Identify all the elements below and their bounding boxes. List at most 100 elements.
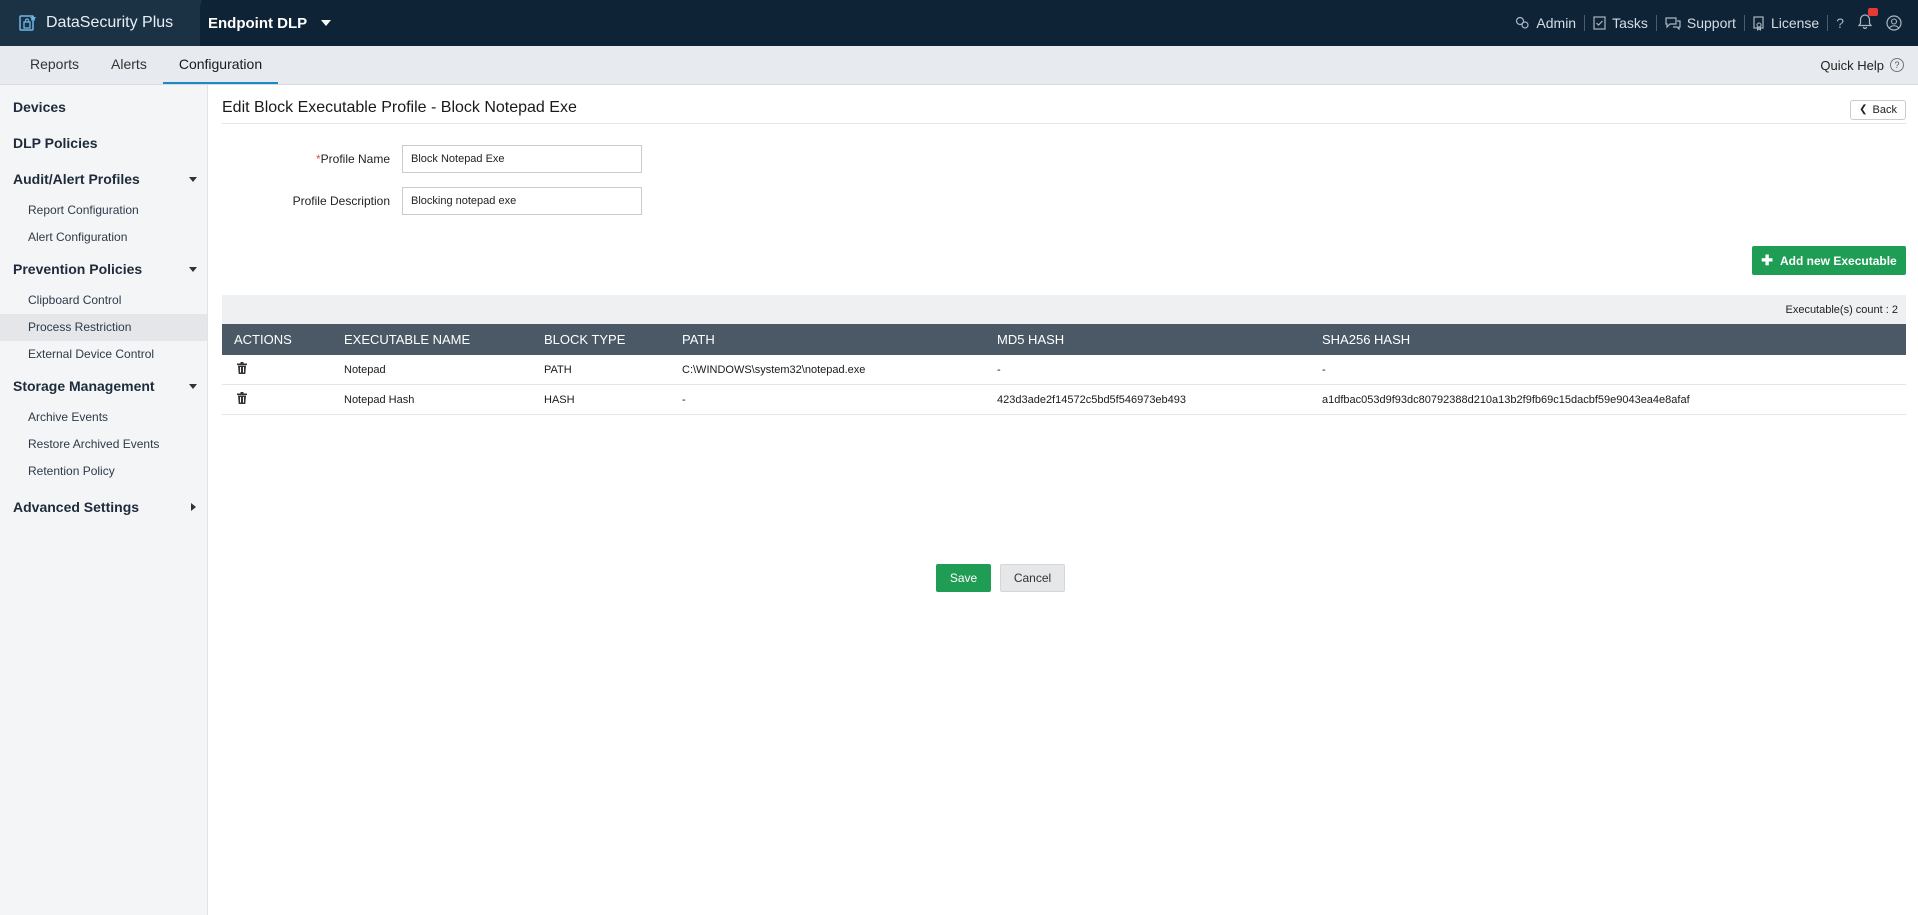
md5-hash-cell: - bbox=[985, 355, 1310, 385]
chevron-down-icon bbox=[189, 384, 197, 389]
sidebar-group-storage-management[interactable]: Storage Management bbox=[0, 368, 207, 404]
executable-name-cell: Notepad bbox=[332, 355, 532, 385]
admin-icon bbox=[1516, 16, 1530, 29]
notification-badge bbox=[1868, 8, 1878, 16]
sidebar-item-alert-configuration[interactable]: Alert Configuration bbox=[0, 224, 207, 251]
top-nav: Admin Tasks Support License ? bbox=[1506, 0, 1908, 46]
profile-description-input[interactable] bbox=[402, 187, 642, 215]
table-row: Notepad Hash HASH - 423d3ade2f14572c5bd5… bbox=[222, 384, 1906, 415]
brand-name: DataSecurity Plus bbox=[46, 14, 174, 31]
back-button[interactable]: ❮ Back bbox=[1850, 100, 1906, 120]
sidebar-item-dlp-policies[interactable]: DLP Policies bbox=[0, 125, 207, 161]
sidebar-item-archive-events[interactable]: Archive Events bbox=[0, 404, 207, 431]
admin-label: Admin bbox=[1536, 15, 1577, 31]
column-header-executable-name: EXECUTABLE NAME bbox=[332, 324, 532, 355]
support-label: Support bbox=[1686, 15, 1736, 31]
sidebar-item-clipboard-control[interactable]: Clipboard Control bbox=[0, 287, 207, 314]
sidebar-group-advanced-settings[interactable]: Advanced Settings bbox=[0, 489, 207, 525]
chevron-down-icon bbox=[189, 177, 197, 182]
sidebar-item-devices[interactable]: Devices bbox=[0, 89, 207, 125]
actions-cell bbox=[222, 384, 332, 415]
block-type-cell: PATH bbox=[532, 355, 670, 385]
trash-icon[interactable] bbox=[237, 392, 247, 404]
sidebar-item-report-configuration[interactable]: Report Configuration bbox=[0, 197, 207, 224]
profile-name-input[interactable] bbox=[402, 145, 642, 173]
user-menu[interactable] bbox=[1878, 15, 1908, 31]
top-header: DataSecurity Plus Endpoint DLP Admin Tas… bbox=[0, 0, 1918, 46]
path-cell: - bbox=[670, 384, 985, 415]
executable-count-bar: Executable(s) count : 2 bbox=[222, 295, 1906, 325]
product-switcher[interactable]: Endpoint DLP bbox=[208, 0, 332, 46]
datasecurity-logo-icon bbox=[19, 15, 37, 31]
license-label: License bbox=[1770, 15, 1820, 31]
quick-help-label: Quick Help bbox=[1820, 57, 1884, 73]
chevron-down-icon bbox=[321, 20, 332, 26]
column-header-block-type: BLOCK TYPE bbox=[532, 324, 670, 355]
page-title: Edit Block Executable Profile - Block No… bbox=[222, 99, 577, 116]
path-cell: C:\WINDOWS\system32\notepad.exe bbox=[670, 355, 985, 385]
column-header-path: PATH bbox=[670, 324, 985, 355]
brand[interactable]: DataSecurity Plus bbox=[0, 0, 200, 46]
add-new-executable-label: Add new Executable bbox=[1780, 253, 1897, 268]
column-header-actions: ACTIONS bbox=[222, 324, 332, 355]
sidebar-group-label: Prevention Policies bbox=[13, 261, 143, 277]
profile-name-label: *Profile Name bbox=[222, 152, 402, 166]
sha256-hash-cell: - bbox=[1310, 355, 1906, 385]
brand-divider bbox=[188, 0, 202, 46]
block-type-cell: HASH bbox=[532, 384, 670, 415]
sidebar-group-label: Audit/Alert Profiles bbox=[13, 171, 140, 187]
save-button[interactable]: Save bbox=[936, 564, 991, 592]
profile-description-label: Profile Description bbox=[292, 194, 390, 208]
column-header-md5-hash: MD5 HASH bbox=[985, 324, 1310, 355]
tab-configuration[interactable]: Configuration bbox=[162, 46, 279, 84]
product-name: Endpoint DLP bbox=[208, 14, 308, 32]
sidebar-group-label: Storage Management bbox=[13, 378, 155, 394]
tab-reports[interactable]: Reports bbox=[14, 46, 95, 84]
admin-link[interactable]: Admin bbox=[1506, 15, 1584, 31]
notifications-button[interactable] bbox=[1852, 8, 1878, 32]
license-icon bbox=[1753, 15, 1764, 31]
profile-name-row: *Profile Name bbox=[222, 145, 642, 173]
module-tabs: Reports Alerts Configuration bbox=[14, 46, 279, 84]
support-icon bbox=[1665, 17, 1681, 30]
trash-icon[interactable] bbox=[237, 362, 247, 374]
quick-help-link[interactable]: Quick Help ? bbox=[1820, 46, 1904, 84]
help-button[interactable]: ? bbox=[1828, 15, 1852, 31]
sidebar-group-prevention-policies[interactable]: Prevention Policies bbox=[0, 251, 207, 287]
executable-count: Executable(s) count : 2 bbox=[1785, 304, 1898, 316]
sidebar-item-external-device-control[interactable]: External Device Control bbox=[0, 341, 207, 368]
tasks-icon bbox=[1593, 16, 1606, 30]
back-label: Back bbox=[1872, 104, 1897, 116]
sidebar-item-restore-archived-events[interactable]: Restore Archived Events bbox=[0, 431, 207, 458]
add-new-executable-button[interactable]: ✚ Add new Executable bbox=[1752, 246, 1906, 275]
chevron-right-icon bbox=[191, 503, 196, 511]
executable-name-cell: Notepad Hash bbox=[332, 384, 532, 415]
cancel-button[interactable]: Cancel bbox=[1000, 564, 1065, 592]
tab-alerts[interactable]: Alerts bbox=[95, 46, 163, 84]
actions-cell bbox=[222, 355, 332, 385]
sidebar: Devices DLP Policies Audit/Alert Profile… bbox=[0, 85, 208, 915]
sidebar-item-retention-policy[interactable]: Retention Policy bbox=[0, 458, 207, 485]
tab-bar: Reports Alerts Configuration Quick Help … bbox=[0, 46, 1918, 85]
executables-table: ACTIONS EXECUTABLE NAME BLOCK TYPE PATH … bbox=[222, 324, 1906, 415]
bell-icon bbox=[1857, 14, 1873, 30]
chevron-down-icon bbox=[189, 267, 197, 272]
sidebar-group-label: Advanced Settings bbox=[13, 499, 140, 515]
tasks-link[interactable]: Tasks bbox=[1585, 15, 1656, 31]
help-icon: ? bbox=[1836, 15, 1844, 31]
tasks-label: Tasks bbox=[1612, 15, 1648, 31]
form-actions: Save Cancel bbox=[936, 564, 1065, 592]
sha256-hash-cell: a1dfbac053d9f93dc80792388d210a13b2f9fb69… bbox=[1310, 384, 1906, 415]
support-link[interactable]: Support bbox=[1657, 15, 1744, 31]
sidebar-group-audit-alert-profiles[interactable]: Audit/Alert Profiles bbox=[0, 161, 207, 197]
sidebar-item-process-restriction[interactable]: Process Restriction bbox=[0, 314, 207, 341]
license-link[interactable]: License bbox=[1745, 15, 1827, 31]
table-header-row: ACTIONS EXECUTABLE NAME BLOCK TYPE PATH … bbox=[222, 324, 1906, 355]
question-icon: ? bbox=[1890, 58, 1904, 72]
plus-icon: ✚ bbox=[1761, 252, 1774, 268]
md5-hash-cell: 423d3ade2f14572c5bd5f546973eb493 bbox=[985, 384, 1310, 415]
profile-description-row: Profile Description bbox=[222, 187, 642, 215]
profile-name-label-text: Profile Name bbox=[320, 152, 390, 166]
column-header-sha256-hash: SHA256 HASH bbox=[1310, 324, 1906, 355]
user-avatar-icon bbox=[1886, 15, 1902, 31]
